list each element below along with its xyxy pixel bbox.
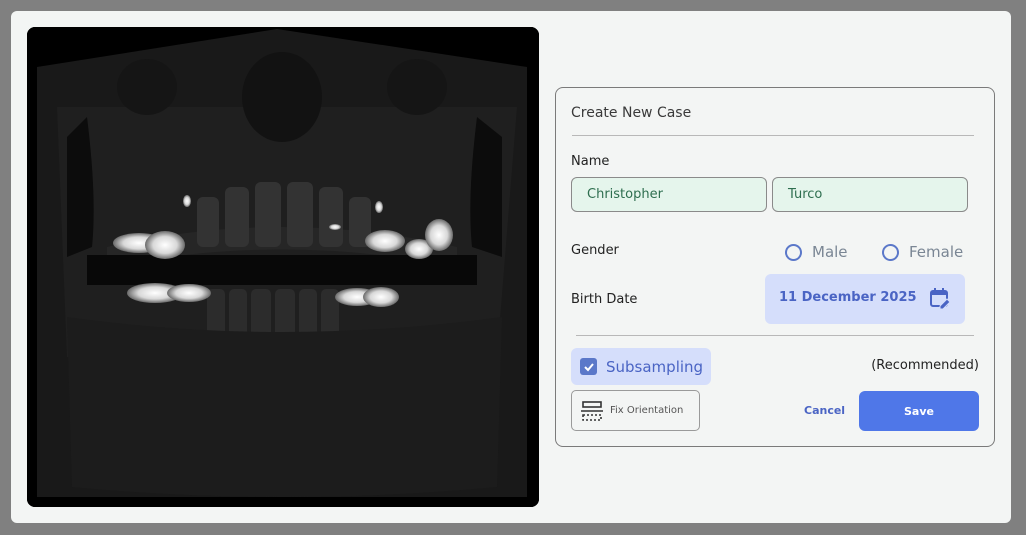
gender-option-label: Female [909, 243, 964, 261]
cancel-button[interactable]: Cancel [804, 404, 845, 417]
cbct-scan-viewer[interactable] [27, 27, 539, 507]
app-window: Create New Case Name Christopher Turco G… [11, 11, 1011, 523]
calendar-edit-icon[interactable] [929, 287, 951, 313]
gender-option-label: Male [812, 243, 848, 261]
first-name-input[interactable]: Christopher [571, 177, 767, 212]
fix-orientation-label: Fix Orientation [610, 405, 684, 416]
radio-circle [785, 243, 802, 261]
dental-scan-image [27, 27, 539, 507]
last-name-input[interactable]: Turco [772, 177, 968, 212]
check-icon [580, 358, 597, 375]
birth-date-value: 11 December 2025 [779, 290, 917, 305]
subsampling-checkbox[interactable]: Subsampling [571, 348, 711, 385]
name-label: Name [571, 154, 610, 169]
recommended-note: (Recommended) [871, 358, 979, 373]
divider [576, 335, 974, 336]
gender-radio-male[interactable]: Male [785, 243, 848, 261]
birth-date-label: Birth Date [571, 292, 638, 307]
create-case-dialog: Create New Case Name Christopher Turco G… [555, 87, 995, 447]
save-button[interactable]: Save [859, 391, 979, 431]
gender-label: Gender [571, 243, 619, 258]
radio-circle [882, 243, 899, 261]
dialog-title: Create New Case [571, 105, 692, 121]
orientation-icon [581, 400, 603, 421]
subsampling-label: Subsampling [606, 357, 704, 376]
birth-date-picker[interactable]: 11 December 2025 [765, 274, 965, 324]
fix-orientation-button[interactable]: Fix Orientation [571, 390, 700, 431]
divider [572, 135, 974, 136]
gender-radio-female[interactable]: Female [882, 243, 963, 261]
